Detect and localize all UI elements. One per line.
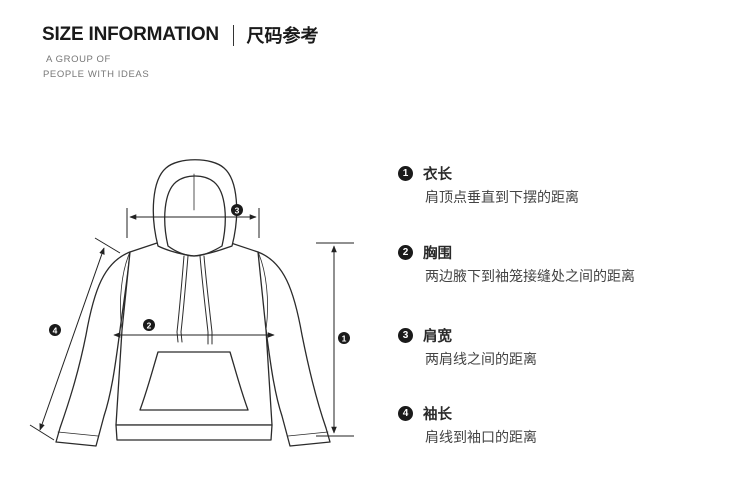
marker-1-label: 1 — [342, 334, 347, 344]
marker-3-label: 3 — [235, 206, 240, 216]
legend-item-sleeve: 4 袖长 肩线到袖口的距离 — [398, 402, 537, 447]
marker-3: 3 — [231, 204, 243, 216]
legend-badge: 3 — [398, 327, 413, 343]
legend-item-chest: 2 胸围 两边腋下到袖笼接缝处之间的距离 — [398, 241, 635, 286]
legend-badge: 2 — [398, 244, 413, 260]
legend-item-shoulder: 3 肩宽 两肩线之间的距离 — [398, 324, 537, 369]
legend-badge: 1 — [398, 165, 413, 181]
marker-4-label: 4 — [53, 326, 58, 336]
marker-4: 4 — [49, 324, 61, 336]
legend-title: 肩宽 — [423, 328, 452, 345]
legend-title: 衣长 — [423, 166, 452, 183]
legend-item-length: 1 衣长 肩顶点垂直到下摆的距离 — [398, 162, 579, 207]
legend-title: 袖长 — [423, 406, 452, 423]
legend-desc: 肩线到袖口的距离 — [425, 430, 537, 446]
legend-desc: 肩顶点垂直到下摆的距离 — [425, 190, 579, 206]
hoodie-diagram: 1 2 3 4 — [29, 159, 354, 447]
hoodie-outline — [55, 159, 331, 447]
legend-desc: 两边腋下到袖笼接缝处之间的距离 — [425, 269, 635, 285]
marker-2-label: 2 — [147, 321, 152, 331]
legend-desc: 两肩线之间的距离 — [425, 352, 537, 368]
marker-2: 2 — [143, 319, 155, 331]
legend-title: 胸围 — [423, 245, 452, 262]
marker-1: 1 — [338, 332, 350, 344]
legend-badge: 4 — [398, 405, 413, 421]
